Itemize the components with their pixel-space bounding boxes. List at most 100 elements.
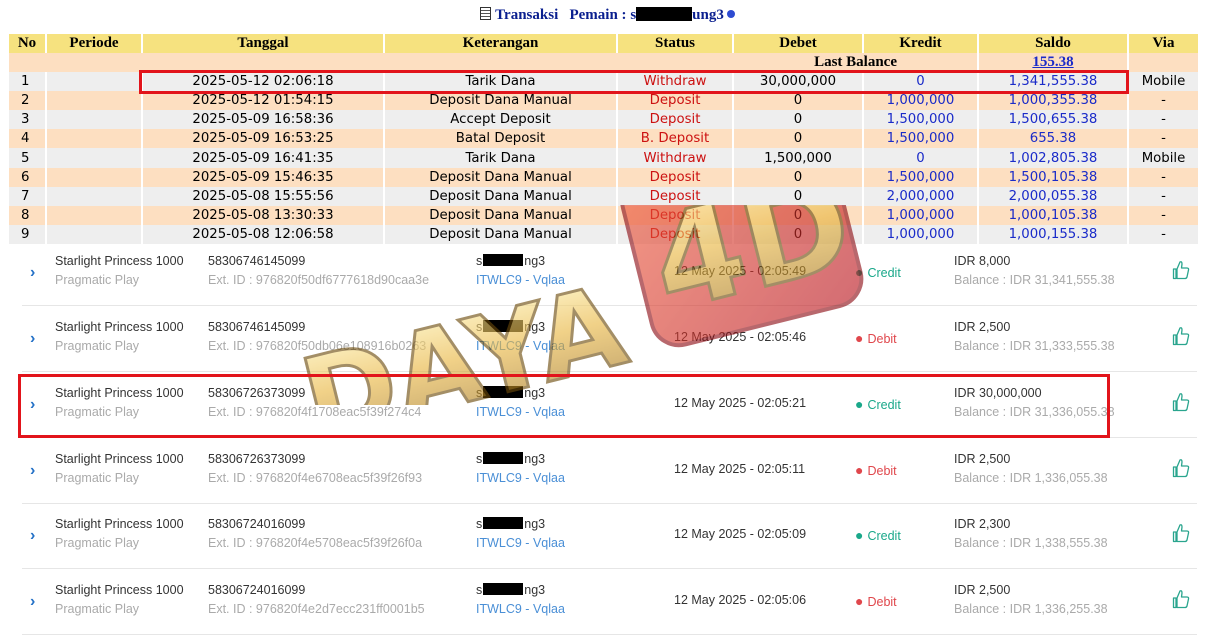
page-title: Transaksi [495, 7, 559, 23]
game-provider: Pragmatic Play [55, 536, 140, 550]
redaction-bar [483, 583, 524, 595]
balance: Balance : IDR 1,336,255.38 [954, 602, 1108, 616]
type-badge: ● Debit [855, 462, 897, 478]
cell-tanggal: 2025-05-12 01:54:15 [142, 91, 385, 111]
column-header: Status [617, 34, 734, 53]
game-name: Starlight Princess 1000 [55, 452, 184, 466]
cell-status: B. Deposit [617, 129, 734, 149]
cell-periode [46, 110, 143, 130]
cell-debet: 0 [733, 91, 864, 111]
transaction-id: 58306726373099 [208, 452, 306, 466]
game-name: Starlight Princess 1000 [55, 254, 184, 268]
redaction-bar [483, 320, 524, 332]
chevron-right-icon[interactable]: › [30, 264, 35, 282]
cell-keterangan: Tarik Dana [384, 72, 618, 92]
type-badge: ● Credit [855, 396, 901, 412]
chevron-right-icon[interactable]: › [30, 462, 35, 480]
balance: Balance : IDR 1,336,055.38 [954, 471, 1108, 485]
transaction-id: 58306724016099 [208, 583, 306, 597]
cell-periode [46, 148, 143, 168]
chevron-right-icon[interactable]: › [30, 593, 35, 611]
cell-tanggal: 2025-05-09 15:46:35 [142, 167, 385, 187]
chevron-right-icon[interactable]: › [30, 396, 35, 414]
thumbs-up-icon[interactable] [1172, 326, 1190, 346]
player-name-suffix: ung3 [692, 7, 724, 23]
timestamp: 12 May 2025 - 02:05:49 [674, 264, 807, 278]
agent-link[interactable]: ITWLC9 - Vqlaa [476, 339, 565, 353]
cell-periode [46, 72, 143, 92]
amount: IDR 2,300 [954, 517, 1011, 531]
cell-kredit: 2,000,000 [863, 186, 979, 206]
cell-debet: 0 [733, 186, 864, 206]
cell-status: Withdraw [617, 148, 734, 168]
game-name: Starlight Princess 1000 [55, 386, 184, 400]
column-header: Periode [46, 34, 143, 53]
cell-periode [46, 186, 143, 206]
thumbs-up-icon[interactable] [1172, 589, 1190, 609]
cell-saldo: 1,002,805.38 [978, 148, 1129, 168]
redaction-bar [483, 452, 524, 464]
username: s ng3 [476, 254, 546, 268]
cell-kredit: 0 [863, 148, 979, 168]
activity-row[interactable]: › Starlight Princess 1000 Pragmatic Play 58… [22, 438, 1197, 504]
cell-saldo: 1,500,655.38 [978, 110, 1129, 130]
amount: IDR 2,500 [954, 452, 1011, 466]
chevron-right-icon[interactable]: › [30, 527, 35, 545]
timestamp: 12 May 2025 - 02:05:21 [674, 396, 807, 410]
activity-row[interactable]: › Starlight Princess 1000 Pragmatic Play 58… [22, 306, 1197, 372]
transaction-id: 58306724016099 [208, 517, 306, 531]
cell-no: 5 [9, 148, 47, 168]
cell-status: Deposit [617, 167, 734, 187]
cell-debet: 1,500,000 [733, 148, 864, 168]
cell-keterangan: Deposit Dana Manual [384, 205, 618, 225]
agent-link[interactable]: ITWLC9 - Vqlaa [476, 602, 565, 616]
username: s ng3 [476, 386, 546, 400]
cell-periode [46, 129, 143, 149]
table-row: 1 2025-05-12 02:06:18 Tarik Dana Withdraw 30… [9, 72, 1200, 92]
cell-tanggal: 2025-05-08 13:30:33 [142, 205, 385, 225]
table-row: 6 2025-05-09 15:46:35 Deposit Dana Manual D… [9, 167, 1200, 187]
cell-kredit: 1,500,000 [863, 110, 979, 130]
info-icon[interactable] [726, 10, 735, 18]
redaction-bar [483, 517, 524, 529]
thumbs-up-icon[interactable] [1172, 458, 1190, 478]
cell-tanggal: 2025-05-09 16:41:35 [142, 148, 385, 168]
timestamp: 12 May 2025 - 02:05:09 [674, 527, 807, 541]
chevron-right-icon[interactable]: › [30, 330, 35, 348]
activity-row[interactable]: › Starlight Princess 1000 Pragmatic Play 58… [22, 372, 1197, 438]
cell-kredit: 1,000,000 [863, 205, 979, 225]
column-header: Kredit [863, 34, 979, 53]
username: s ng3 [476, 583, 546, 597]
activity-row[interactable]: › Starlight Princess 1000 Pragmatic Play 58… [22, 240, 1197, 306]
cell-periode [46, 205, 143, 225]
thumbs-up-icon[interactable] [1172, 260, 1190, 280]
transaction-id: 58306746145099 [208, 320, 306, 334]
table-row: 8 2025-05-08 13:30:33 Deposit Dana Manual D… [9, 205, 1200, 225]
cell-tanggal: 2025-05-08 15:55:56 [142, 186, 385, 206]
agent-link[interactable]: ITWLC9 - Vqlaa [476, 273, 565, 287]
player-label: Pemain : [569, 7, 627, 23]
agent-link[interactable]: ITWLC9 - Vqlaa [476, 536, 565, 550]
username: s ng3 [476, 320, 546, 334]
table-row: 3 2025-05-09 16:58:36 Accept Deposit Deposi… [9, 110, 1200, 130]
cell-keterangan: Accept Deposit [384, 110, 618, 130]
game-provider: Pragmatic Play [55, 602, 140, 616]
balance: Balance : IDR 31,336,055.38 [954, 405, 1115, 419]
column-header: Debet [733, 34, 864, 53]
agent-link[interactable]: ITWLC9 - Vqlaa [476, 405, 565, 419]
thumbs-up-icon[interactable] [1172, 392, 1190, 412]
balance: Balance : IDR 31,341,555.38 [954, 273, 1115, 287]
timestamp: 12 May 2025 - 02:05:46 [674, 330, 807, 344]
cell-via: - [1128, 110, 1200, 130]
cell-saldo: 1,000,105.38 [978, 205, 1129, 225]
status-dot-icon: ● [855, 593, 864, 609]
cell-keterangan: Deposit Dana Manual [384, 91, 618, 111]
game-name: Starlight Princess 1000 [55, 583, 184, 597]
cell-debet: 0 [733, 110, 864, 130]
cell-debet: 0 [733, 205, 864, 225]
activity-row[interactable]: › Starlight Princess 1000 Pragmatic Play 58… [22, 569, 1197, 635]
activity-row[interactable]: › Starlight Princess 1000 Pragmatic Play 58… [22, 503, 1197, 569]
agent-link[interactable]: ITWLC9 - Vqlaa [476, 471, 565, 485]
last-balance-value[interactable]: 155.38 [978, 53, 1129, 73]
thumbs-up-icon[interactable] [1172, 523, 1190, 543]
